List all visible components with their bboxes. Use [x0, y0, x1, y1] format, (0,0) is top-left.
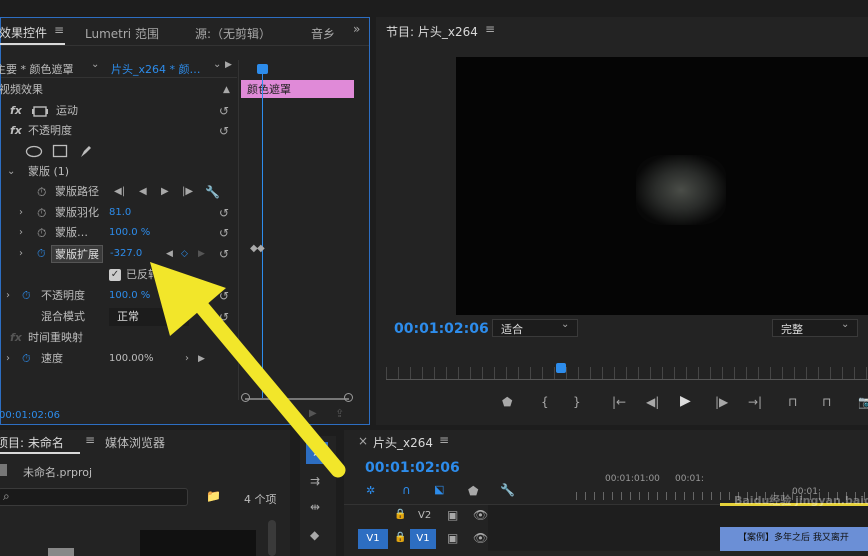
watermark: Baidu经验 jingyan.baidu.com	[734, 494, 868, 507]
annotation-arrow	[150, 262, 346, 478]
